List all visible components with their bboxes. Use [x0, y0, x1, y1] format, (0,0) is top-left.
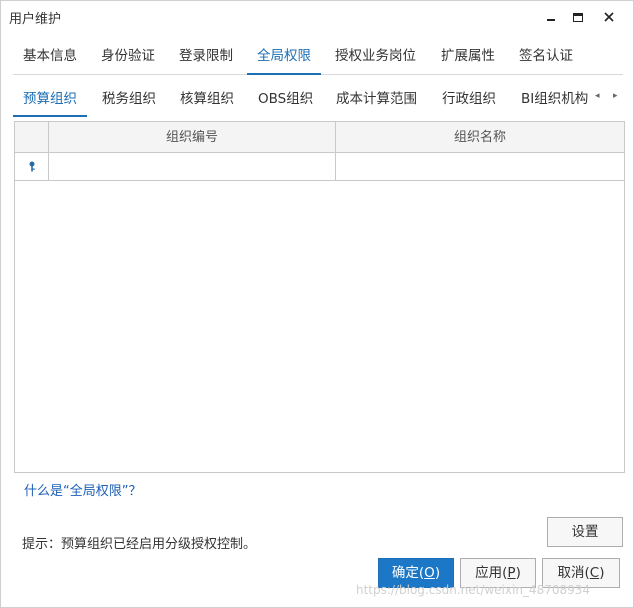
- cell-org-name[interactable]: [336, 153, 624, 181]
- tab-basic-info[interactable]: 基本信息: [13, 39, 87, 75]
- minimize-icon: [547, 19, 555, 21]
- hint-text: 提示：预算组织已经启用分级授权控制。: [22, 537, 257, 552]
- org-grid: 组织编号 组织名称: [14, 121, 625, 473]
- cancel-button[interactable]: 取消(C): [542, 558, 620, 588]
- cancel-shortcut: C: [589, 565, 600, 581]
- apply-shortcut: P: [507, 565, 516, 581]
- tab-tax-org[interactable]: 税务组织: [92, 83, 166, 117]
- tab-cost-scope[interactable]: 成本计算范围: [326, 83, 427, 117]
- tab-scroll-left-icon[interactable]: ◂: [595, 91, 600, 101]
- apply-button[interactable]: 应用(P): [460, 558, 536, 588]
- tab-extended-attributes[interactable]: 扩展属性: [431, 39, 505, 75]
- column-header-org-name[interactable]: 组织名称: [336, 122, 624, 153]
- tab-authorized-business-posts[interactable]: 授权业务岗位: [325, 39, 426, 75]
- primary-tab-bar: 基本信息 身份验证 登录限制 全局权限 授权业务岗位 扩展属性 签名认证: [13, 39, 623, 75]
- cancel-label: 取消(: [557, 565, 590, 581]
- secondary-tab-bar: 预算组织 税务组织 核算组织 OBS组织 成本计算范围 行政组织 BI组织机构 …: [13, 83, 623, 119]
- apply-label-end: ): [515, 565, 521, 581]
- tab-global-permissions[interactable]: 全局权限: [247, 39, 321, 75]
- row-indicator: [15, 153, 49, 181]
- tab-bi-org[interactable]: BI组织机构: [511, 83, 593, 117]
- tab-login-restrictions[interactable]: 登录限制: [169, 39, 243, 75]
- table-row[interactable]: [15, 153, 624, 181]
- grid-header: 组织编号 组织名称: [15, 122, 624, 153]
- tab-admin-org[interactable]: 行政组织: [432, 83, 506, 117]
- cancel-label-end: ): [599, 565, 605, 581]
- tab-identity-verification[interactable]: 身份验证: [91, 39, 165, 75]
- maximize-icon: [573, 12, 583, 22]
- tab-scroll-right-icon[interactable]: ▸: [613, 91, 618, 101]
- user-maintenance-dialog: 用户维护 基本信息 身份验证 登录限制 全局权限 授权业务岗位 扩展属性 签名认…: [0, 0, 634, 608]
- help-link-global-permissions[interactable]: 什么是“全局权限”？: [24, 480, 141, 499]
- tab-signature-auth[interactable]: 签名认证: [509, 39, 583, 75]
- title-bar[interactable]: 用户维护: [1, 1, 633, 33]
- ok-label-end: ): [434, 565, 441, 581]
- apply-label: 应用(: [475, 565, 508, 581]
- cell-org-code[interactable]: [49, 153, 336, 181]
- close-button[interactable]: [595, 5, 623, 29]
- row-indicator-header: [15, 122, 49, 153]
- column-header-org-code[interactable]: 组织编号: [49, 122, 336, 153]
- close-icon: [604, 12, 614, 22]
- window-title: 用户维护: [9, 12, 62, 27]
- minimize-button[interactable]: [537, 5, 565, 29]
- ok-button[interactable]: 确定(O): [378, 558, 454, 588]
- ok-label: 确定(: [391, 565, 425, 581]
- tab-obs-org[interactable]: OBS组织: [248, 83, 323, 117]
- key-icon: [29, 161, 35, 172]
- settings-button[interactable]: 设置: [547, 517, 623, 547]
- ok-shortcut: O: [424, 565, 435, 581]
- tab-budget-org[interactable]: 预算组织: [13, 83, 87, 117]
- tab-accounting-org[interactable]: 核算组织: [170, 83, 244, 117]
- maximize-button[interactable]: [564, 5, 592, 29]
